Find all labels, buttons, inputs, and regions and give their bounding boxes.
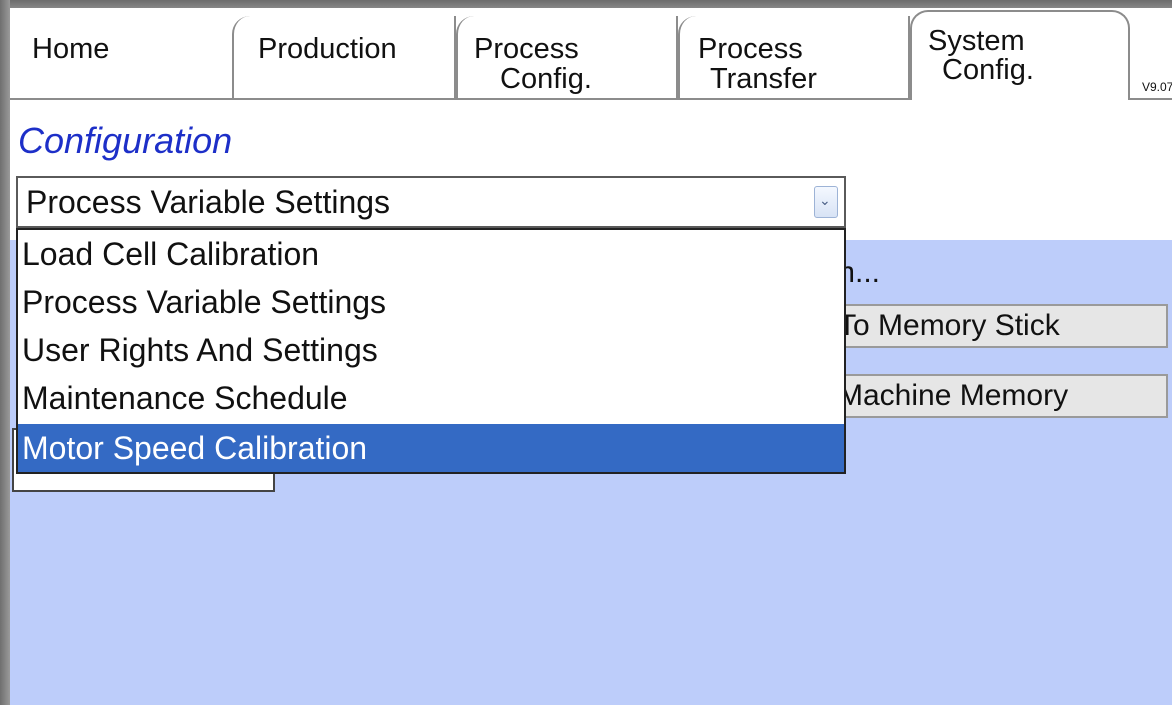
tab-label-line2: Config. <box>942 54 1034 86</box>
tab-label-line1: Process <box>698 33 803 65</box>
tab-label-line2: Transfer <box>710 63 817 95</box>
tab-bar: Home Production Process Config. Process … <box>10 8 1172 100</box>
tab-home[interactable]: Home <box>10 16 232 98</box>
dropdown-toggle[interactable]: ⌄ <box>814 186 838 218</box>
dropdown-option-process-variable-settings[interactable]: Process Variable Settings <box>18 278 844 326</box>
tab-label-line1: Process <box>474 33 579 65</box>
tab-label: Production <box>258 33 397 65</box>
dropdown-option-load-cell-calibration[interactable]: Load Cell Calibration <box>18 230 844 278</box>
monitor-bezel-left <box>0 0 10 705</box>
tab-system-config[interactable]: System Config. <box>910 10 1130 100</box>
tab-label-line2: Config. <box>500 63 592 95</box>
save-to-memory-stick-button[interactable]: To Memory Stick <box>828 304 1168 348</box>
hmi-screen: Home Production Process Config. Process … <box>10 8 1172 705</box>
dropdown-option-user-rights[interactable]: User Rights And Settings <box>18 326 844 374</box>
page-title: Configuration <box>18 120 233 161</box>
tab-label: Home <box>32 33 110 65</box>
version-label: V9.07 <box>1142 80 1172 94</box>
chevron-down-icon: ⌄ <box>819 192 831 208</box>
dropdown-list: Load Cell Calibration Process Variable S… <box>16 228 846 474</box>
dropdown-option-maintenance-schedule[interactable]: Maintenance Schedule <box>18 374 844 422</box>
select-value: Process Variable Settings <box>26 184 391 220</box>
dropdown-option-motor-speed-calibration[interactable]: Motor Speed Calibration <box>18 424 844 472</box>
configuration-select[interactable]: Process Variable Settings ⌄ <box>16 176 846 228</box>
tab-production[interactable]: Production <box>232 16 456 98</box>
tab-process-transfer[interactable]: Process Transfer <box>678 16 910 98</box>
tab-label-line1: System <box>928 25 1025 57</box>
load-machine-memory-button[interactable]: Machine Memory <box>828 374 1168 418</box>
tab-process-config[interactable]: Process Config. <box>456 16 678 98</box>
